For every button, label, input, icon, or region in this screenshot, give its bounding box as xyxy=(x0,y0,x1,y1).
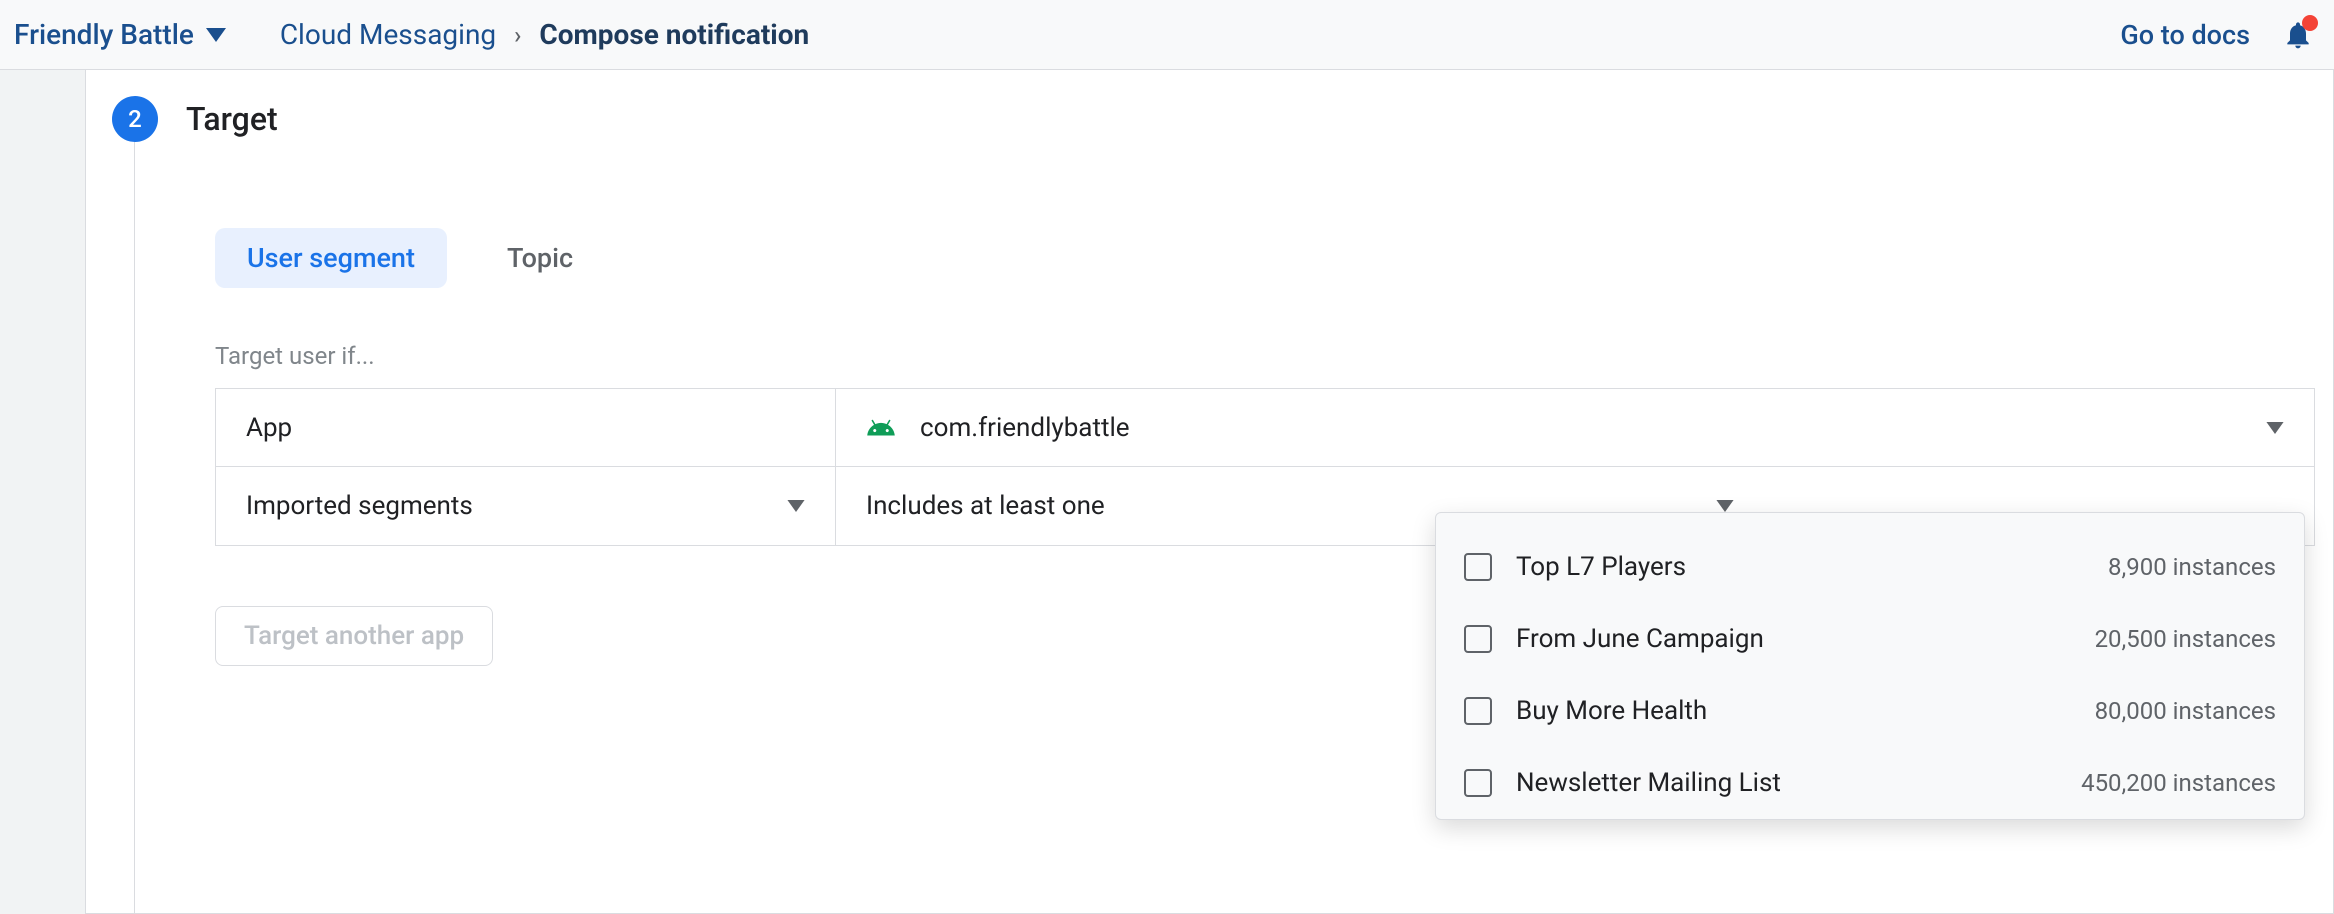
chevron-right-icon: › xyxy=(514,21,521,49)
breadcrumb-cloud-messaging[interactable]: Cloud Messaging xyxy=(280,18,496,51)
app-package-name: com.friendlybattle xyxy=(920,413,1130,443)
android-icon xyxy=(866,413,896,443)
segment-option[interactable]: Buy More Health 80,000 instances xyxy=(1436,675,2304,747)
rule-label-app-text: App xyxy=(246,413,292,443)
rule-label-app: App xyxy=(216,389,836,466)
project-selector[interactable]: Friendly Battle xyxy=(14,18,226,51)
caret-down-icon xyxy=(1716,500,1734,512)
target-mode-tabs: User segment Topic xyxy=(215,228,2333,288)
caret-down-icon xyxy=(2266,422,2284,434)
step-header: 2 Target xyxy=(112,96,278,142)
tab-topic[interactable]: Topic xyxy=(475,228,605,288)
segment-name: Newsletter Mailing List xyxy=(1516,768,2081,798)
caret-down-icon xyxy=(787,500,805,512)
segment-count: 8,900 instances xyxy=(2108,553,2276,581)
project-name: Friendly Battle xyxy=(14,18,194,51)
go-to-docs-link[interactable]: Go to docs xyxy=(2120,19,2250,51)
segment-count: 20,500 instances xyxy=(2095,625,2276,653)
notification-badge xyxy=(2302,15,2318,31)
checkbox[interactable] xyxy=(1464,625,1492,653)
segment-option[interactable]: Top L7 Players 8,900 instances xyxy=(1436,531,2304,603)
checkbox[interactable] xyxy=(1464,769,1492,797)
breadcrumb-compose-notification: Compose notification xyxy=(539,18,809,51)
header-bar: Friendly Battle Cloud Messaging › Compos… xyxy=(0,0,2334,70)
step-title: Target xyxy=(186,100,278,138)
checkbox[interactable] xyxy=(1464,553,1492,581)
rule-condition-text: Includes at least one xyxy=(866,491,1105,521)
segment-name: Top L7 Players xyxy=(1516,552,2108,582)
tab-user-segment[interactable]: User segment xyxy=(215,228,447,288)
segment-count: 450,200 instances xyxy=(2081,769,2276,797)
notifications-button[interactable] xyxy=(2280,17,2316,53)
segment-name: Buy More Health xyxy=(1516,696,2095,726)
caret-down-icon xyxy=(206,28,226,42)
imported-segments-dropdown: Top L7 Players 8,900 instances From June… xyxy=(1435,512,2305,820)
segment-name: From June Campaign xyxy=(1516,624,2095,654)
rule-attribute-text: Imported segments xyxy=(246,491,473,521)
segment-option[interactable]: Newsletter Mailing List 450,200 instance… xyxy=(1436,747,2304,819)
target-user-if-label: Target user if... xyxy=(215,342,2333,370)
rule-attribute-selector[interactable]: Imported segments xyxy=(216,467,836,545)
checkbox[interactable] xyxy=(1464,697,1492,725)
app-selector[interactable]: com.friendlybattle xyxy=(836,389,2314,466)
segment-option[interactable]: From June Campaign 20,500 instances xyxy=(1436,603,2304,675)
step-number-badge: 2 xyxy=(112,96,158,142)
target-another-app-button[interactable]: Target another app xyxy=(215,606,493,666)
rule-row-app: App com.friendlybattle xyxy=(216,389,2314,467)
segment-count: 80,000 instances xyxy=(2095,697,2276,725)
